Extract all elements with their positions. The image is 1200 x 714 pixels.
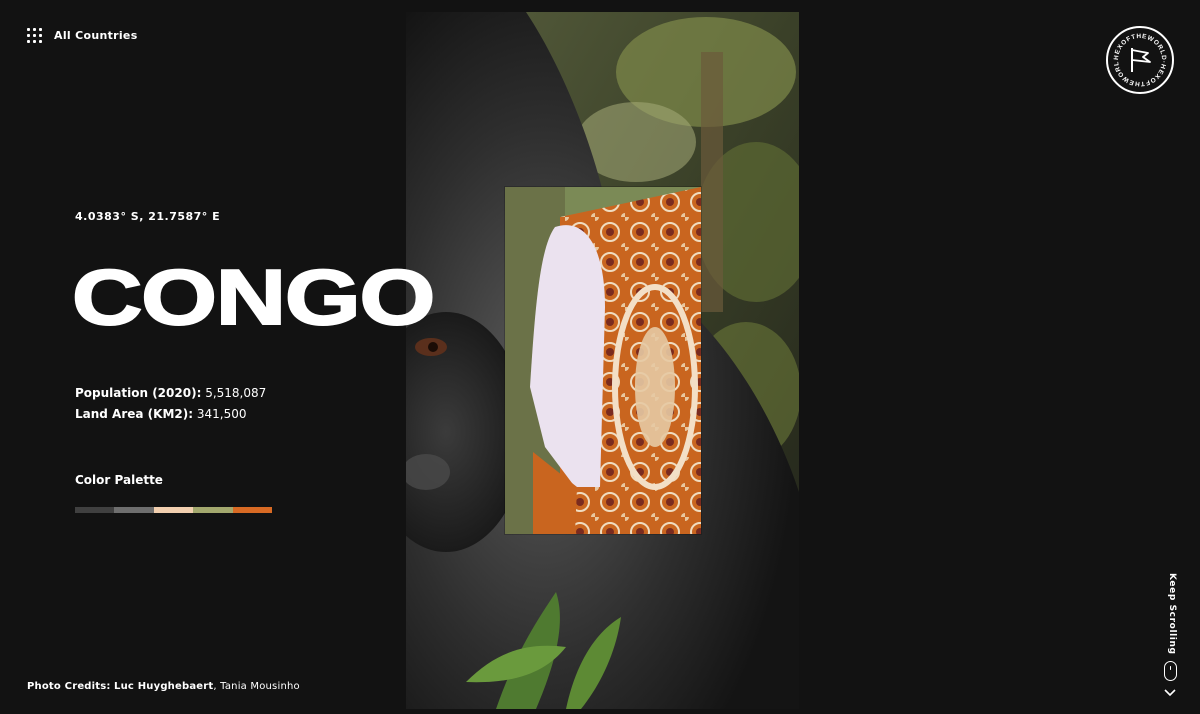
color-palette-swatches: [75, 507, 272, 513]
land-area-value: 341,500: [196, 407, 247, 421]
chevron-down-icon[interactable]: [1164, 688, 1176, 698]
credits-separator: ,: [213, 681, 217, 692]
country-coordinates: 4.0383° S, 21.7587° E: [75, 210, 221, 223]
all-countries-label: All Countries: [54, 29, 138, 42]
hex-of-the-world-badge[interactable]: HEXOFTHEWORLD·HEXOFTHEWORLD·: [1106, 26, 1174, 94]
palette-swatch-3[interactable]: [153, 507, 194, 513]
palette-swatch-1[interactable]: [75, 507, 115, 513]
flag-icon: [1131, 48, 1151, 72]
photo-credits-label: Photo Credits:: [27, 681, 111, 692]
african-print-shirt-photo: [505, 187, 701, 534]
photographer-1[interactable]: Luc Huyghebaert: [114, 681, 213, 692]
country-page: All Countries HEXOFTHEWORLD·HEXOFTHEWORL…: [0, 0, 1200, 714]
palette-swatch-4[interactable]: [193, 507, 233, 513]
mouse-icon: [1164, 661, 1177, 681]
keep-scrolling-indicator[interactable]: Keep Scrolling: [1163, 573, 1179, 655]
keep-scrolling-label: Keep Scrolling: [1167, 573, 1177, 655]
population-row: Population (2020): 5,518,087: [75, 383, 266, 404]
color-palette-label: Color Palette: [75, 473, 163, 487]
palette-swatch-2[interactable]: [114, 507, 154, 513]
badge-ring-text: HEXOFTHEWORLD·HEXOFTHEWORLD·: [1108, 28, 1167, 87]
photo-credits: Photo Credits: Luc Huyghebaert, Tania Mo…: [27, 681, 300, 692]
population-value: 5,518,087: [205, 386, 267, 400]
population-label: Population (2020):: [75, 386, 202, 400]
land-area-label: Land Area (KM2):: [75, 407, 194, 421]
land-area-row: Land Area (KM2): 341,500: [75, 404, 266, 425]
grid-menu-icon: [27, 28, 42, 43]
svg-text:HEXOFTHEWORLD·HEXOFTHEWORLD·: HEXOFTHEWORLD·HEXOFTHEWORLD·: [1108, 28, 1167, 87]
photographer-2[interactable]: Tania Mousinho: [220, 681, 300, 692]
all-countries-link[interactable]: All Countries: [27, 28, 138, 43]
country-name-title: CONGO: [71, 252, 437, 342]
country-stats: Population (2020): 5,518,087 Land Area (…: [75, 383, 266, 425]
palette-swatch-5[interactable]: [232, 507, 272, 513]
